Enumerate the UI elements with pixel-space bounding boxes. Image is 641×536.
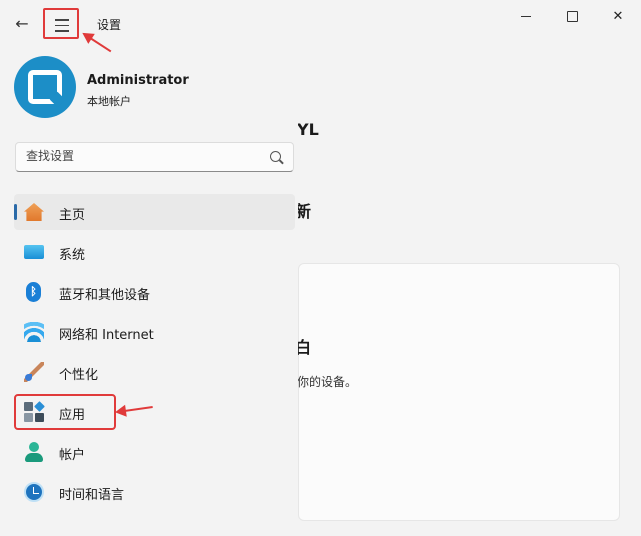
sidebar-item-label: 时间和语言: [59, 488, 125, 503]
sidebar-item-label: 应用: [59, 408, 86, 423]
sidebar-item-label: 主页: [59, 208, 86, 223]
sidebar-item-network[interactable]: 网络和 Internet: [14, 314, 295, 350]
account-type: 本地帐户: [87, 95, 131, 108]
search-input[interactable]: [26, 149, 256, 163]
sidebar-item-accounts[interactable]: 帐户: [14, 434, 295, 470]
arrow-left-icon: ←: [15, 14, 29, 33]
sidebar-item-bluetooth[interactable]: ᛒ 蓝牙和其他设备: [14, 274, 295, 310]
app-title: 设置: [97, 18, 122, 32]
sidebar-item-personalization[interactable]: 个性化: [14, 354, 295, 390]
sidebar-item-label: 蓝牙和其他设备: [59, 288, 151, 303]
maximize-button[interactable]: [549, 0, 595, 32]
user-name: Administrator: [87, 73, 189, 88]
avatar-logo-icon: [28, 70, 62, 104]
bluetooth-icon: ᛒ: [26, 282, 41, 302]
brush-icon: [24, 362, 44, 382]
home-icon: [24, 203, 44, 221]
search-icon[interactable]: [270, 151, 281, 162]
minimize-icon: [521, 15, 531, 17]
hamburger-icon: [55, 19, 69, 36]
close-button[interactable]: ✕: [595, 0, 641, 32]
card-text-fragment: 你的设备。: [297, 375, 358, 389]
maximize-icon: [566, 10, 578, 22]
search-box[interactable]: [15, 142, 294, 172]
wifi-icon: [24, 322, 44, 342]
sidebar-item-label: 网络和 Internet: [59, 328, 154, 343]
window-controls: ✕: [503, 0, 641, 32]
user-icon: [24, 442, 44, 462]
sidebar-item-system[interactable]: 系统: [14, 234, 295, 270]
navigation-pane: Administrator 本地帐户 主页 系统 ᛒ 蓝牙和其他设备 网络和 I…: [0, 46, 298, 536]
sidebar-item-label: 个性化: [59, 368, 99, 383]
title-bar: ← 设置 ✕: [0, 0, 641, 46]
close-icon: ✕: [612, 8, 624, 24]
minimize-button[interactable]: [503, 0, 549, 32]
apps-icon: [24, 401, 45, 422]
page-heading-fragment: YL: [297, 120, 319, 139]
sidebar-item-time-language[interactable]: 时间和语言: [14, 474, 295, 510]
navigation-menu-button[interactable]: [43, 8, 79, 39]
clock-globe-icon: [24, 482, 44, 502]
sidebar-nav: 主页 系统 ᛒ 蓝牙和其他设备 网络和 Internet 个性化 应用 帐户 时: [14, 194, 295, 514]
display-icon: [24, 245, 44, 259]
avatar[interactable]: [14, 56, 76, 118]
main-content: YL 新 白 你的设备。: [295, 46, 641, 536]
sidebar-item-apps[interactable]: 应用: [14, 394, 116, 430]
sidebar-item-label: 系统: [59, 248, 86, 263]
content-card: [298, 263, 620, 521]
sidebar-item-label: 帐户: [59, 448, 86, 463]
sidebar-item-home[interactable]: 主页: [14, 194, 295, 230]
back-button[interactable]: ←: [10, 12, 34, 36]
